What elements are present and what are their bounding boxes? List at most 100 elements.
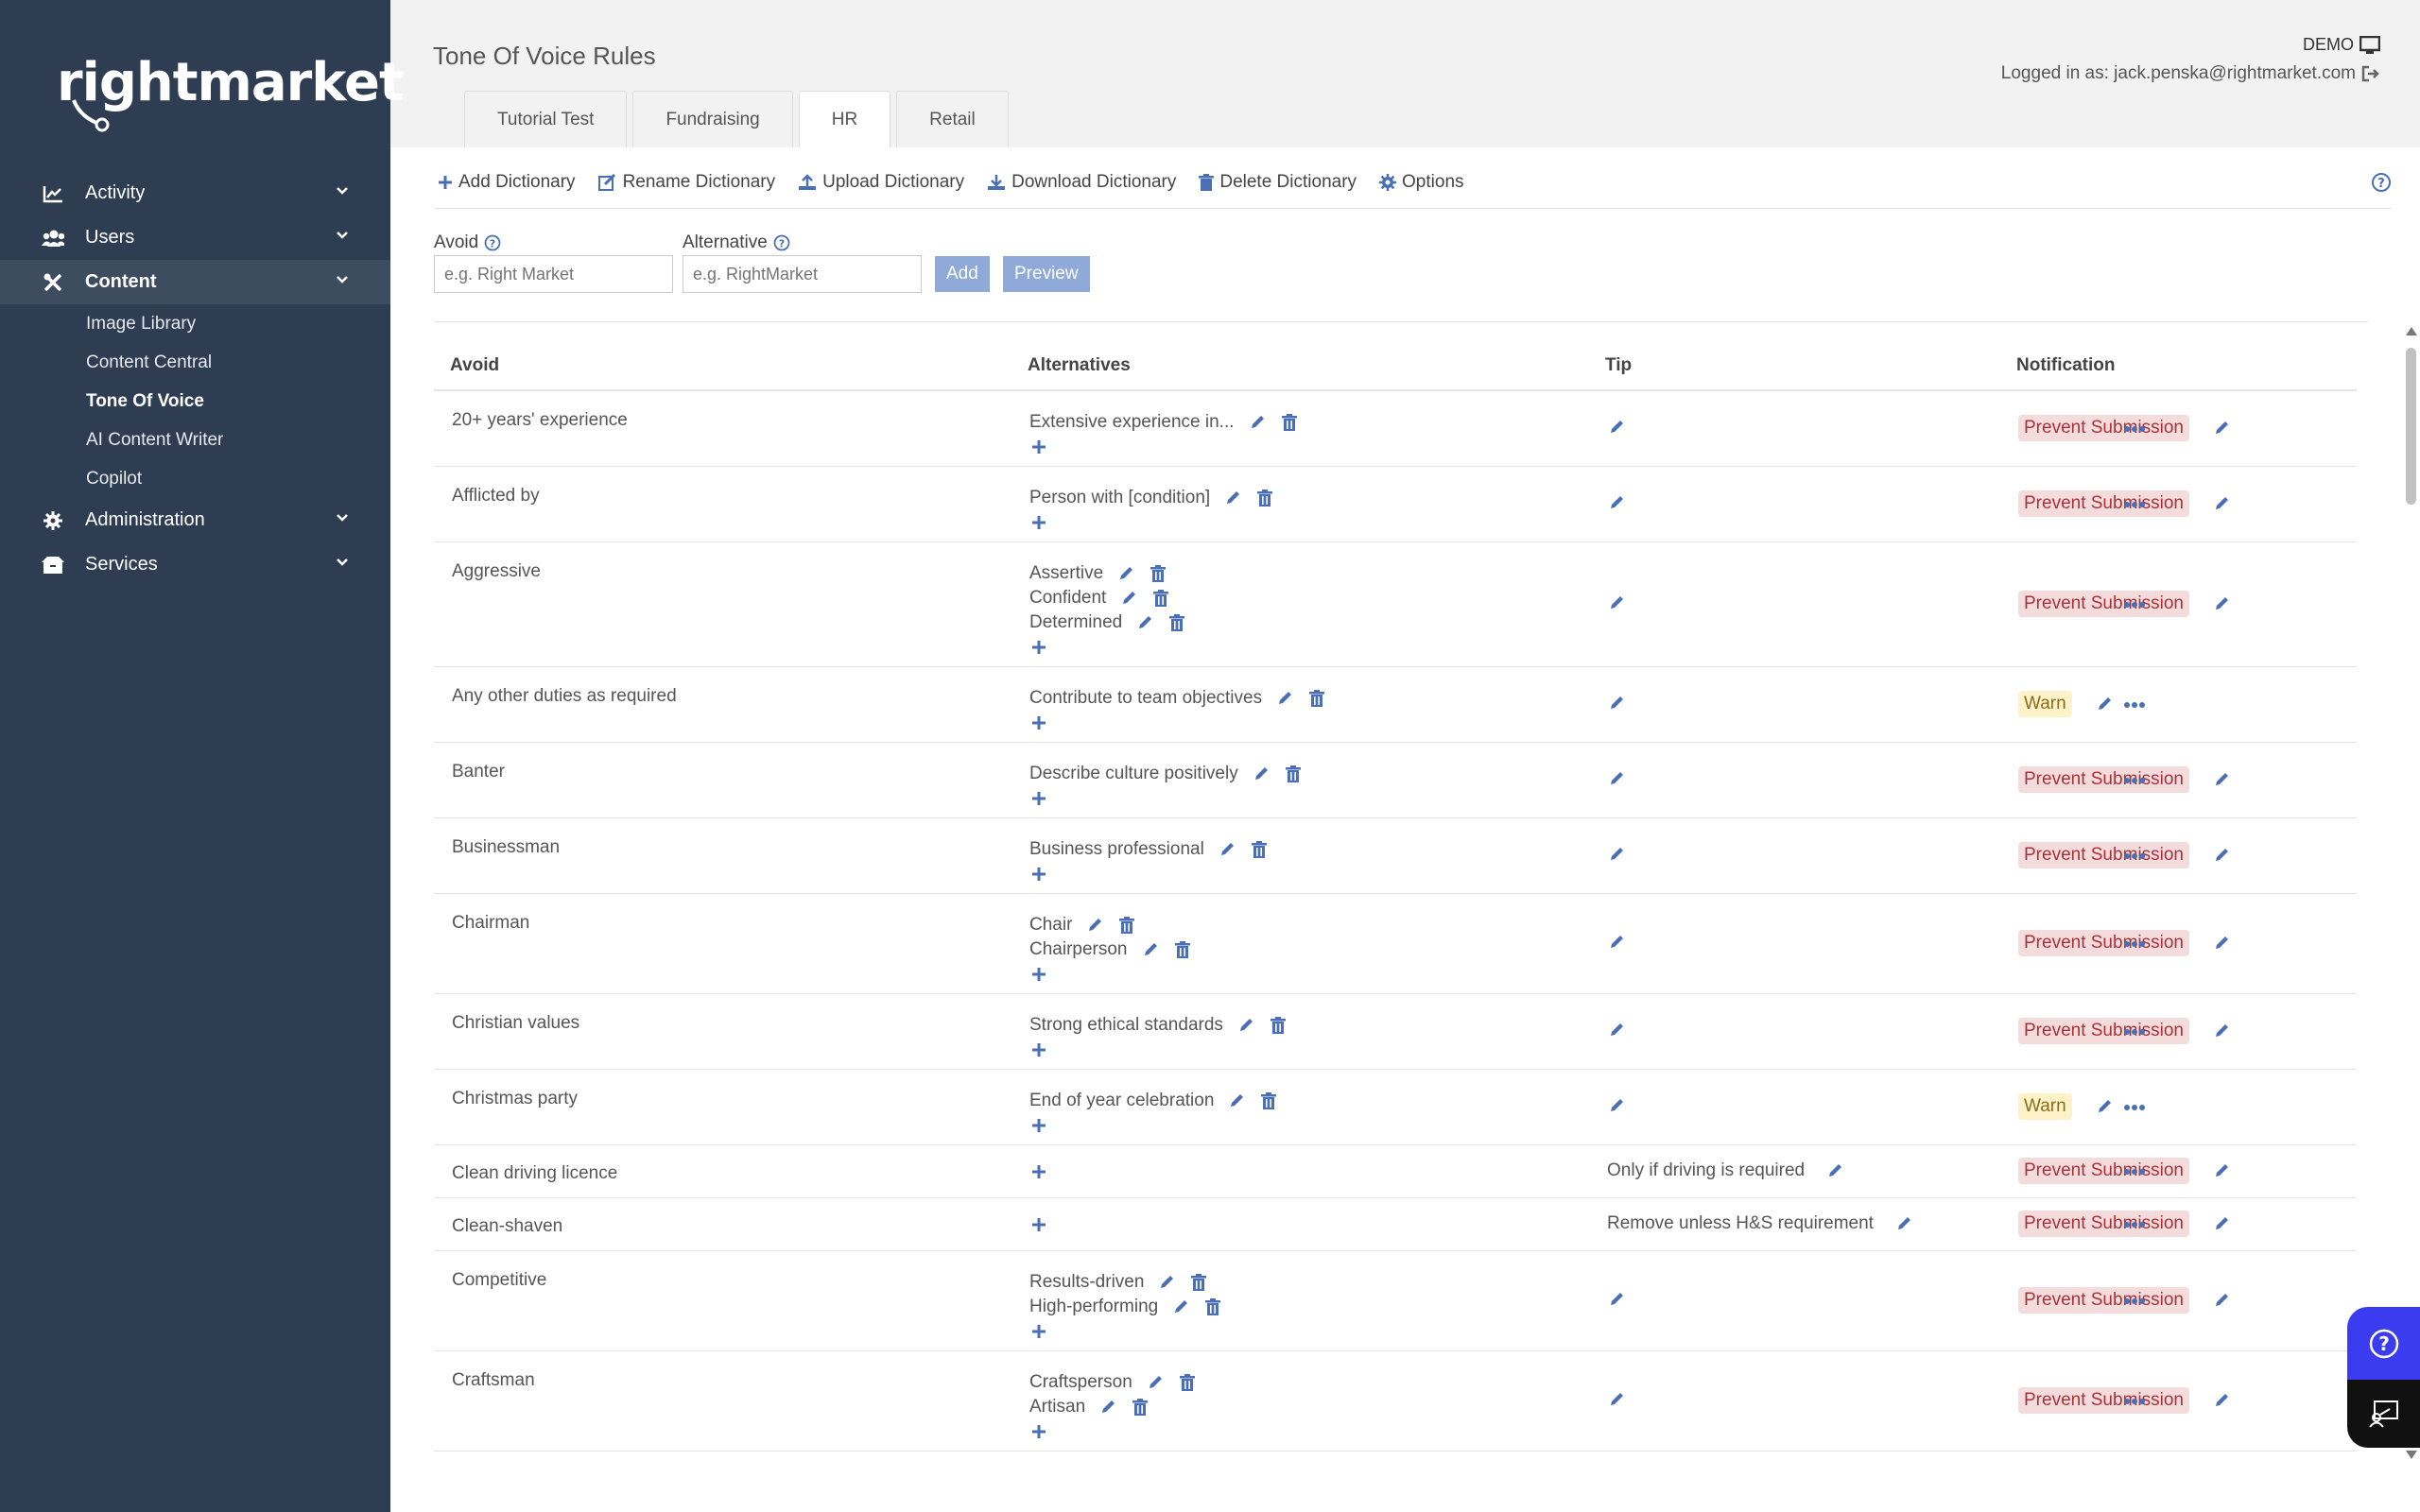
more-options-icon[interactable] (2123, 595, 2146, 614)
edit-tip-icon[interactable] (1607, 694, 1626, 713)
more-options-icon[interactable] (2123, 495, 2146, 514)
alternative-input[interactable] (683, 255, 922, 293)
edit-tip-icon[interactable] (1607, 1390, 1626, 1409)
nav-sub-image-library[interactable]: Image Library (0, 304, 390, 343)
edit-notification-icon[interactable] (2212, 770, 2231, 789)
trash-icon[interactable] (1250, 840, 1269, 859)
edit-notification-icon[interactable] (2212, 1214, 2231, 1233)
table-row[interactable]: Banter Describe culture positively Preve… (434, 743, 2357, 818)
trash-icon[interactable] (1189, 1273, 1208, 1292)
edit-notification-icon[interactable] (2212, 846, 2231, 865)
trash-icon[interactable] (1167, 613, 1186, 632)
tab-tutorial-test[interactable]: Tutorial Test (464, 91, 628, 147)
add-rule-button[interactable]: Add (935, 256, 990, 292)
more-options-icon[interactable] (2123, 847, 2146, 866)
edit-notification-icon[interactable] (2212, 419, 2231, 438)
add-alternative-icon[interactable] (1029, 865, 1048, 884)
edit-alternative-icon[interactable] (1218, 840, 1236, 859)
edit-notification-icon[interactable] (2212, 934, 2231, 953)
edit-tip-icon[interactable] (1607, 1096, 1626, 1115)
edit-tip-icon[interactable] (1607, 933, 1626, 952)
table-row[interactable]: Chairman Chair Chairperson Prevent Submis… (434, 894, 2357, 994)
avoid-input[interactable] (434, 255, 673, 293)
nav-sub-ai-content-writer[interactable]: AI Content Writer (0, 421, 390, 459)
trash-icon[interactable] (1255, 489, 1274, 507)
more-options-icon[interactable] (2123, 696, 2146, 714)
table-row[interactable]: Clean driving licence Only if driving is… (434, 1145, 2357, 1198)
edit-alternative-icon[interactable] (1085, 916, 1104, 935)
scrollbar-thumb[interactable] (2406, 348, 2416, 505)
edit-tip-icon[interactable] (1607, 418, 1626, 437)
nav-item-services[interactable]: Services (0, 542, 390, 587)
edit-tip-icon[interactable] (1607, 493, 1626, 512)
edit-alternative-icon[interactable] (1119, 589, 1138, 608)
rightmarket-logo[interactable]: rightmarket (57, 55, 405, 132)
nav-item-users[interactable]: Users (0, 215, 390, 260)
trash-icon[interactable] (1259, 1091, 1278, 1110)
upload-dictionary-button[interactable]: Upload Dictionary (798, 172, 964, 193)
nav-sub-copilot[interactable]: Copilot (0, 459, 390, 498)
edit-alternative-icon[interactable] (1236, 1016, 1255, 1035)
more-options-icon[interactable] (2123, 1098, 2146, 1117)
add-alternative-icon[interactable] (1029, 438, 1048, 456)
trash-icon[interactable] (1280, 413, 1299, 432)
nav-item-administration[interactable]: Administration (0, 498, 390, 542)
edit-alternative-icon[interactable] (1227, 1091, 1246, 1110)
download-dictionary-button[interactable]: Download Dictionary (987, 172, 1176, 193)
more-options-icon[interactable] (2123, 1215, 2146, 1234)
edit-alternative-icon[interactable] (1135, 613, 1154, 632)
edit-notification-icon[interactable] (2212, 1022, 2231, 1040)
edit-notification-icon[interactable] (2212, 1291, 2231, 1310)
add-alternative-icon[interactable] (1029, 713, 1048, 732)
edit-tip-icon[interactable] (1607, 1290, 1626, 1309)
edit-alternative-icon[interactable] (1116, 564, 1135, 583)
scroll-up-arrow[interactable] (2406, 327, 2417, 335)
more-options-icon[interactable] (2123, 935, 2146, 954)
more-options-icon[interactable] (2123, 1022, 2146, 1041)
more-options-icon[interactable] (2123, 420, 2146, 438)
help-widget-button[interactable]: ? (2347, 1307, 2420, 1380)
options-button[interactable]: Options (1379, 172, 1464, 193)
tab-retail[interactable]: Retail (896, 91, 1009, 147)
trash-icon[interactable] (1117, 916, 1136, 935)
info-icon[interactable]: ? (484, 234, 501, 251)
scroll-down-arrow[interactable] (2406, 1451, 2417, 1459)
tab-hr[interactable]: HR (798, 91, 891, 148)
edit-alternative-icon[interactable] (1252, 765, 1270, 783)
trash-icon[interactable] (1284, 765, 1303, 783)
edit-tip-icon[interactable] (1607, 845, 1626, 864)
table-row[interactable]: Aggressive Assertive Confident Determined … (434, 542, 2357, 667)
more-options-icon[interactable] (2123, 1392, 2146, 1411)
table-row[interactable]: Any other duties as required Contribute … (434, 667, 2357, 743)
add-alternative-icon[interactable] (1029, 1215, 1048, 1234)
table-row[interactable]: Businessman Business professional Preven… (434, 818, 2357, 894)
edit-tip-icon[interactable] (1607, 1021, 1626, 1040)
edit-alternative-icon[interactable] (1248, 413, 1267, 432)
table-row[interactable]: Christian values Strong ethical standard… (434, 994, 2357, 1070)
more-options-icon[interactable] (2123, 1162, 2146, 1181)
edit-notification-icon[interactable] (2212, 1391, 2231, 1410)
add-alternative-icon[interactable] (1029, 1422, 1048, 1441)
add-alternative-icon[interactable] (1029, 965, 1048, 984)
demo-environment-label[interactable]: DEMO (2303, 35, 2380, 55)
edit-tip-icon[interactable] (1607, 593, 1626, 612)
table-row[interactable]: Afflicted by Person with [condition] Pre… (434, 467, 2357, 542)
add-alternative-icon[interactable] (1029, 513, 1048, 532)
trash-icon[interactable] (1173, 940, 1192, 959)
trash-icon[interactable] (1203, 1297, 1222, 1316)
trash-icon[interactable] (1307, 689, 1326, 708)
edit-alternative-icon[interactable] (1223, 489, 1242, 507)
trash-icon[interactable] (1149, 564, 1167, 583)
nav-item-activity[interactable]: Activity (0, 171, 390, 215)
add-alternative-icon[interactable] (1029, 789, 1048, 808)
edit-notification-icon[interactable] (2212, 494, 2231, 513)
delete-dictionary-button[interactable]: Delete Dictionary (1199, 172, 1357, 193)
info-icon[interactable]: ? (773, 234, 790, 251)
table-row[interactable]: Competitive Results-driven High-performin… (434, 1251, 2357, 1351)
table-row[interactable]: Clean-shaven Remove unless H&S requireme… (434, 1198, 2357, 1251)
more-options-icon[interactable] (2123, 1292, 2146, 1311)
nav-sub-tone-of-voice[interactable]: Tone Of Voice (0, 382, 390, 421)
sign-out-icon[interactable] (2361, 65, 2380, 82)
edit-alternative-icon[interactable] (1098, 1398, 1117, 1417)
add-alternative-icon[interactable] (1029, 1116, 1048, 1135)
